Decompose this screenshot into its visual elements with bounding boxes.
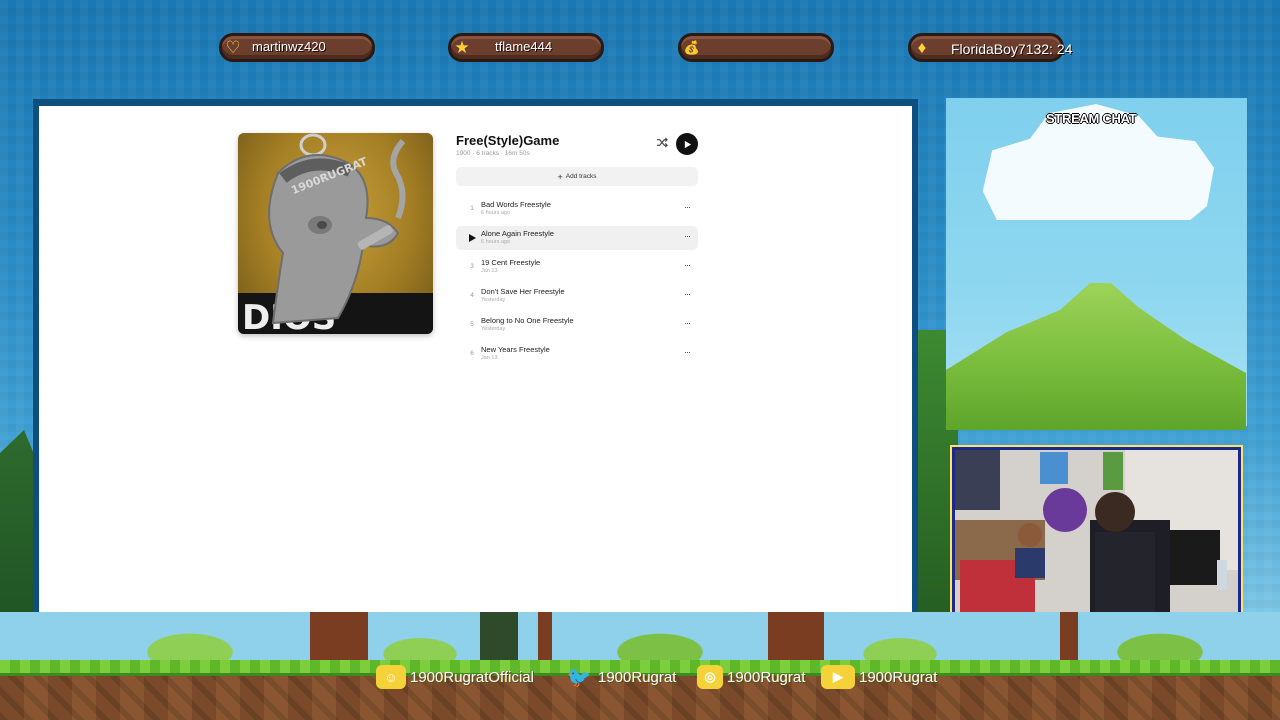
star-icon: ★ — [454, 38, 470, 57]
social-handle: 1900Rugrat — [598, 668, 677, 686]
youtube-icon: ▶ — [821, 665, 855, 689]
webcam-scene — [955, 450, 1238, 612]
track-title: 19 Cent Freestyle — [481, 258, 541, 267]
track-date: Jan 13 — [481, 355, 498, 361]
plus-icon: + — [557, 171, 563, 182]
playlist-meta: 1900 · 6 tracks · 16m 50s — [456, 150, 530, 157]
heart-icon: ♡ — [225, 38, 241, 57]
alert-latest-follower: ♡ martinwz420 — [219, 33, 375, 62]
play-icon — [684, 140, 691, 148]
track-date: 6 hours ago — [481, 210, 511, 216]
more-options-icon[interactable]: ··· — [684, 202, 691, 212]
track-title: Belong to No One Freestyle — [481, 316, 574, 325]
shuffle-icon[interactable] — [656, 136, 669, 149]
alert-top-cheer: ♦ FloridaBoy7132: 24 — [908, 33, 1072, 62]
more-options-icon[interactable]: ··· — [684, 347, 691, 357]
track-row[interactable]: 5 Belong to No One Freestyle Yesterday ·… — [456, 313, 698, 337]
instagram-icon: ◎ — [697, 665, 723, 689]
playlist-cover-art: DIOS 1900RUGRAT — [238, 133, 433, 334]
pendant-art: DIOS 1900RUGRAT — [238, 133, 433, 334]
track-number: 5 — [470, 321, 474, 328]
tree-trunk — [1060, 612, 1078, 662]
track-row-active[interactable]: Alone Again Freestyle 6 hours ago ··· — [456, 226, 698, 250]
add-tracks-label: Add tracks — [565, 173, 597, 180]
track-date: Jan 13 — [481, 268, 498, 274]
tree-trunk — [310, 612, 368, 662]
play-playlist-button[interactable] — [676, 133, 698, 155]
track-row[interactable]: 1 Bad Words Freestyle 6 hours ago ··· — [456, 197, 698, 221]
more-options-icon[interactable]: ··· — [684, 318, 691, 328]
money-bag-icon: 💰 — [683, 40, 701, 55]
webcam-feed — [955, 450, 1238, 612]
tree-trunk — [768, 612, 824, 662]
more-options-icon[interactable]: ··· — [684, 231, 691, 241]
tree-trunk — [538, 612, 552, 662]
social-handle: 1900RugratOfficial — [410, 668, 534, 686]
track-date: Yesterday — [481, 326, 506, 332]
diamond-icon: ♦ — [917, 38, 927, 57]
more-options-icon[interactable]: ··· — [684, 289, 691, 299]
track-row[interactable]: 4 Don't Save Her Freestyle Yesterday ··· — [456, 284, 698, 308]
track-title: Don't Save Her Freestyle — [481, 287, 565, 296]
alert-text: martinwz420 — [252, 39, 326, 54]
track-title: New Years Freestyle — [481, 345, 550, 354]
social-handle: 1900Rugrat — [859, 668, 938, 686]
track-date: 6 hours ago — [481, 239, 511, 245]
play-icon[interactable] — [467, 233, 477, 243]
track-row[interactable]: 3 19 Cent Freestyle Jan 13 ··· — [456, 255, 698, 279]
alert-text: tflame444 — [495, 39, 553, 54]
social-handle: 1900Rugrat — [727, 668, 806, 686]
track-date: Yesterday — [481, 297, 506, 303]
track-row[interactable]: 6 New Years Freestyle Jan 13 ··· — [456, 342, 698, 366]
alert-latest-donation: 💰 — [678, 33, 834, 62]
social-instagram: ◎ 1900Rugrat — [697, 662, 805, 692]
social-discord: ☺ 1900RugratOfficial — [376, 662, 534, 692]
playlist-title: Free(Style)Game — [456, 133, 560, 148]
music-player-window: DIOS 1900RUGRAT Free(Style)Game 1900 · 6… — [39, 106, 912, 613]
discord-icon: ☺ — [376, 665, 406, 689]
more-options-icon[interactable]: ··· — [684, 260, 691, 270]
track-title: Alone Again Freestyle — [481, 229, 554, 238]
alert-latest-subscriber: ★ tflame444 — [448, 33, 604, 62]
track-title: Bad Words Freestyle — [481, 200, 551, 209]
twitter-icon: 🐦 — [566, 666, 592, 689]
track-number: 1 — [470, 205, 474, 212]
social-youtube: ▶ 1900Rugrat — [821, 662, 937, 692]
track-number: 3 — [470, 263, 474, 270]
stream-chat-title: STREAM CHAT — [1046, 111, 1137, 126]
add-tracks-button[interactable]: + Add tracks — [456, 167, 698, 186]
pixel-bushes — [0, 612, 1280, 664]
track-number: 4 — [470, 292, 474, 299]
social-twitter: 🐦 1900Rugrat — [564, 662, 677, 692]
alert-text: FloridaBoy7132: 24 — [951, 41, 1073, 57]
tree-trunk — [480, 612, 518, 662]
track-number: 6 — [470, 350, 474, 357]
